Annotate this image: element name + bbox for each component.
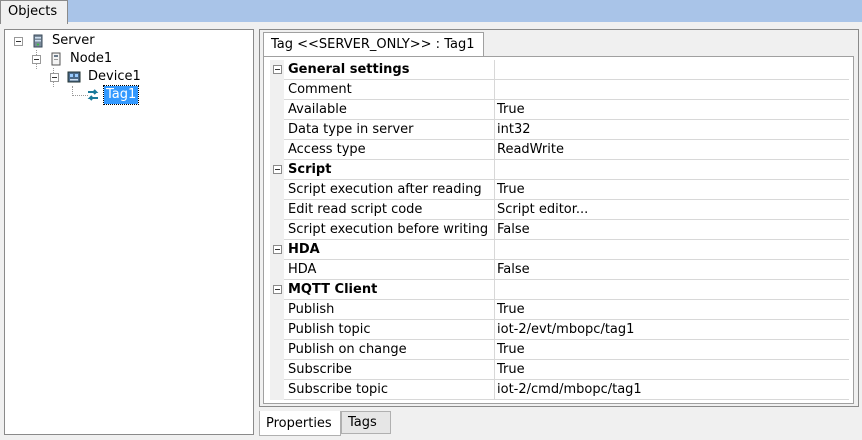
property-group-value [495, 280, 849, 300]
property-value[interactable]: True [495, 340, 849, 360]
property-name: HDA [284, 260, 495, 280]
grid-margin [270, 160, 284, 180]
grid-margin [270, 280, 284, 300]
property-name: Access type [284, 140, 495, 160]
collapse-toggle-icon[interactable] [50, 73, 59, 82]
property-value[interactable]: True [495, 360, 849, 380]
grid-margin [270, 200, 284, 220]
grid-margin [270, 80, 284, 100]
collapse-group-icon[interactable] [273, 245, 282, 254]
property-name: Publish on change [284, 340, 495, 360]
property-row[interactable]: Subscribe True [270, 360, 849, 380]
property-group-row[interactable]: General settings [270, 60, 849, 80]
property-row[interactable]: Publish True [270, 300, 849, 320]
grid-margin [270, 140, 284, 160]
grid-margin [270, 180, 284, 200]
property-row[interactable]: Available True [270, 100, 849, 120]
tree-node-device1[interactable]: Device1 [5, 68, 245, 86]
property-value[interactable]: True [495, 100, 849, 120]
property-row[interactable]: Script execution before writing False [270, 220, 849, 240]
property-value[interactable]: False [495, 260, 849, 280]
property-row[interactable]: HDA False [270, 260, 849, 280]
server-icon [33, 34, 43, 48]
property-group-value [495, 160, 849, 180]
property-name: Available [284, 100, 495, 120]
property-group-row[interactable]: MQTT Client [270, 280, 849, 300]
tab-properties[interactable]: Properties [259, 411, 341, 436]
property-value[interactable]: Script editor... [495, 200, 849, 220]
property-group-row[interactable]: Script [270, 160, 849, 180]
node-icon [51, 52, 61, 66]
property-value[interactable]: False [495, 220, 849, 240]
property-group-value [495, 60, 849, 80]
property-name: Publish [284, 300, 495, 320]
property-name: Publish topic [284, 320, 495, 340]
grid-margin [270, 240, 284, 260]
grid-margin [270, 120, 284, 140]
grid-margin [270, 300, 284, 320]
property-row[interactable]: Data type in server int32 [270, 120, 849, 140]
property-row[interactable]: Subscribe topic iot-2/cmd/mbopc/tag1 [270, 380, 849, 400]
grid-margin [270, 360, 284, 380]
property-value[interactable]: int32 [495, 120, 849, 140]
tag-icon [87, 89, 99, 101]
property-group-name: General settings [284, 60, 495, 80]
property-row[interactable]: Publish on change True [270, 340, 849, 360]
document-tab[interactable]: Tag <<SERVER_ONLY>> : Tag1 [263, 32, 484, 56]
property-name: Script execution before writing [284, 220, 495, 240]
property-group-value [495, 240, 849, 260]
property-row[interactable]: Comment [270, 80, 849, 100]
collapse-group-icon[interactable] [273, 285, 282, 294]
object-tree[interactable]: Server Node1 Device1 Tag1 [4, 29, 254, 435]
property-name: Subscribe topic [284, 380, 495, 400]
grid-margin [270, 60, 284, 80]
property-row[interactable]: Access type ReadWrite [270, 140, 849, 160]
property-group-name: MQTT Client [284, 280, 495, 300]
top-tab-strip [0, 0, 862, 22]
tree-node-tag1[interactable]: Tag1 [5, 85, 245, 105]
property-name: Comment [284, 80, 495, 100]
property-name: Data type in server [284, 120, 495, 140]
property-row[interactable]: Edit read script code Script editor... [270, 200, 849, 220]
grid-margin [270, 320, 284, 340]
property-value[interactable] [495, 80, 849, 100]
tree-node-label: Server [52, 33, 95, 48]
property-row[interactable]: Publish topic iot-2/evt/mbopc/tag1 [270, 320, 849, 340]
property-value[interactable]: iot-2/evt/mbopc/tag1 [495, 320, 849, 340]
grid-margin [270, 340, 284, 360]
objects-tab[interactable]: Objects [0, 0, 68, 24]
property-group-row[interactable]: HDA [270, 240, 849, 260]
property-name: Edit read script code [284, 200, 495, 220]
tree-node-node1[interactable]: Node1 [5, 50, 245, 68]
collapse-toggle-icon[interactable] [32, 55, 41, 64]
tab-tags[interactable]: Tags [341, 411, 391, 434]
tree-node-label: Device1 [88, 69, 141, 84]
property-value[interactable]: True [495, 180, 849, 200]
grid-margin [270, 220, 284, 240]
grid-margin [270, 260, 284, 280]
property-value[interactable]: ReadWrite [495, 140, 849, 160]
property-group-name: Script [284, 160, 495, 180]
tree-node-label: Node1 [70, 51, 113, 66]
property-value[interactable]: iot-2/cmd/mbopc/tag1 [495, 380, 849, 400]
property-name: Subscribe [284, 360, 495, 380]
property-value[interactable]: True [495, 300, 849, 320]
device-icon [67, 71, 81, 83]
grid-margin [270, 380, 284, 400]
collapse-toggle-icon[interactable] [14, 37, 23, 46]
tree-node-label: Tag1 [102, 85, 140, 105]
property-row[interactable]: Script execution after reading True [270, 180, 849, 200]
property-name: Script execution after reading [284, 180, 495, 200]
property-group-name: HDA [284, 240, 495, 260]
tree-node-server[interactable]: Server [5, 32, 245, 50]
collapse-group-icon[interactable] [273, 165, 282, 174]
collapse-group-icon[interactable] [273, 65, 282, 74]
grid-margin [270, 100, 284, 120]
